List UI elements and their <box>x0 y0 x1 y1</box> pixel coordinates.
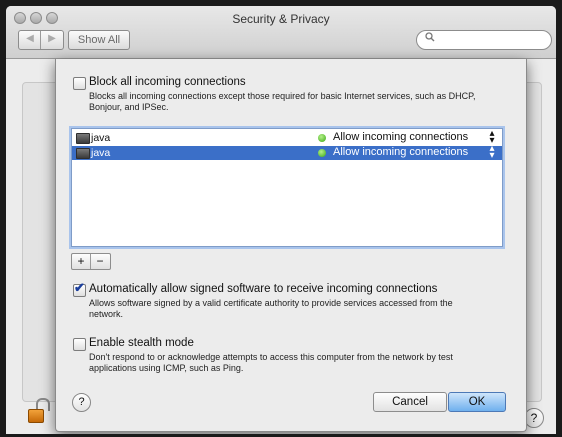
cancel-button[interactable]: Cancel <box>373 392 447 412</box>
add-app-button[interactable]: + <box>72 254 90 268</box>
stealth-mode-label: Enable stealth mode <box>89 337 194 349</box>
title-bar: Security & Privacy ◀ ▶ Show All <box>6 6 556 59</box>
auto-allow-checkbox[interactable]: ✔ <box>73 280 86 297</box>
app-name: java <box>91 132 111 144</box>
app-name: java <box>91 147 111 159</box>
green-status-icon <box>318 134 326 142</box>
stealth-mode-checkbox[interactable] <box>73 338 86 351</box>
forward-arrow-icon[interactable]: ▶ <box>41 33 63 44</box>
help-button[interactable]: ? <box>72 393 91 412</box>
magnifier-icon <box>425 32 435 45</box>
add-remove-control: + − <box>71 253 111 270</box>
updown-arrows-icon[interactable]: ▴ ▾ <box>488 129 496 146</box>
lock-open-icon[interactable] <box>28 398 50 423</box>
green-status-icon <box>318 149 326 157</box>
list-item[interactable]: java Allow incoming connections ▴ ▾ <box>72 129 502 146</box>
background-help-button[interactable]: ? <box>524 408 544 428</box>
list-item[interactable]: java Allow incoming connections ▴ ▾ <box>72 144 502 161</box>
auto-allow-label: Automatically allow signed software to r… <box>89 283 438 295</box>
block-all-description: Blocks all incoming connections except t… <box>89 91 476 112</box>
block-all-checkbox[interactable] <box>73 77 86 90</box>
checkmark-icon: ✔ <box>74 280 85 295</box>
auto-allow-description: Allows software signed by a valid certif… <box>89 298 453 319</box>
block-all-label: Block all incoming connections <box>89 76 246 88</box>
application-icon <box>76 133 90 144</box>
security-privacy-window: Security & Privacy ◀ ▶ Show All ? Block … <box>6 6 556 434</box>
ok-button[interactable]: OK <box>448 392 506 412</box>
firewall-options-sheet: Block all incoming connections Blocks al… <box>55 59 527 432</box>
back-arrow-icon[interactable]: ◀ <box>19 33 41 44</box>
connection-status-popup[interactable]: Allow incoming connections <box>333 131 468 143</box>
updown-arrows-icon[interactable]: ▴ ▾ <box>488 144 496 161</box>
app-firewall-list[interactable]: java Allow incoming connections ▴ ▾ java … <box>71 128 503 247</box>
stealth-mode-description: Don't respond to or acknowledge attempts… <box>89 352 453 373</box>
search-field[interactable] <box>416 30 552 50</box>
remove-app-button[interactable]: − <box>91 254 109 268</box>
connection-status-popup[interactable]: Allow incoming connections <box>333 146 468 158</box>
back-forward-control: ◀ ▶ <box>18 30 64 50</box>
application-icon <box>76 148 90 159</box>
window-title: Security & Privacy <box>232 12 330 26</box>
show-all-button[interactable]: Show All <box>68 30 130 50</box>
